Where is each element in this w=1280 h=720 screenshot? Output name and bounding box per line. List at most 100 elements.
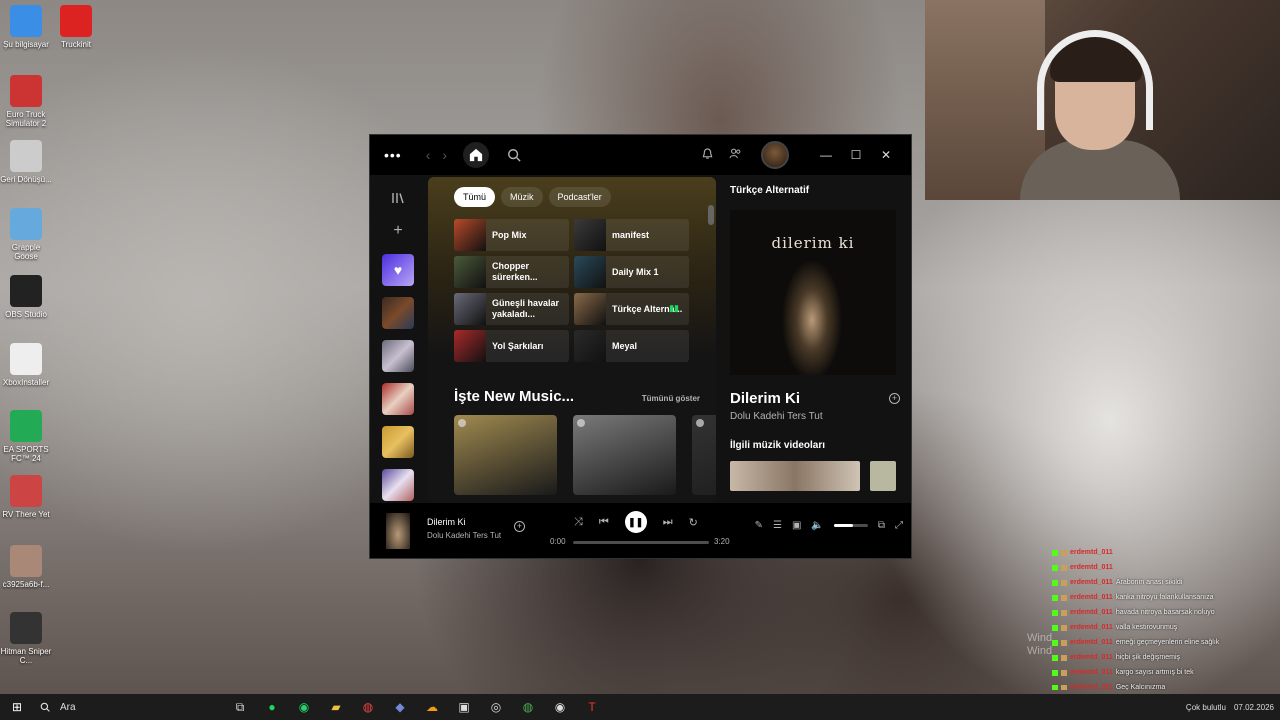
chat-username: erdemtd_011 xyxy=(1070,639,1113,646)
music-video-thumb[interactable] xyxy=(870,461,896,491)
library-item[interactable] xyxy=(382,383,414,415)
whatsapp-taskbar-icon[interactable]: ◉ xyxy=(288,700,320,714)
show-all-link[interactable]: Tümünü göster xyxy=(642,394,700,403)
playing-context-title[interactable]: Türkçe Alternatif xyxy=(730,185,900,196)
new-music-card[interactable] xyxy=(454,415,557,495)
volume-icon[interactable]: 🔈 xyxy=(811,520,823,531)
now-playing-artist[interactable]: Dolu Kadehi Ters Tut xyxy=(427,531,501,540)
desktop-icon[interactable]: Grapple Goose xyxy=(0,208,52,261)
bell-icon[interactable] xyxy=(693,147,721,163)
library-item[interactable] xyxy=(382,340,414,372)
shortcut-tile[interactable]: Türkçe Alterna... ▮▮ xyxy=(574,293,689,325)
desktop-icon[interactable]: Geri Dönüşü... xyxy=(0,140,52,184)
add-to-library-icon[interactable]: + xyxy=(514,521,525,532)
chip-podcasts[interactable]: Podcast'ler xyxy=(548,187,611,207)
kick-badge-icon xyxy=(1052,684,1058,690)
chrome-taskbar-icon[interactable]: ◍ xyxy=(512,700,544,714)
task-view-icon[interactable]: ⧉ xyxy=(224,700,256,715)
desktop-icon[interactable]: OBS Studio xyxy=(0,275,52,319)
desktop-icon[interactable]: c3925a6b-f... xyxy=(0,545,52,589)
desktop-icon[interactable]: Hitman Sniper C... xyxy=(0,612,52,665)
shortcut-art xyxy=(454,256,486,288)
chip-music[interactable]: Müzik xyxy=(501,187,543,207)
shortcut-tile[interactable]: Daily Mix 1 xyxy=(574,256,689,288)
shortcut-tile[interactable]: Güneşli havalar yakaladı... xyxy=(454,293,569,325)
desktop-icon[interactable]: Şu bilgisayar xyxy=(0,5,52,49)
cloud-taskbar-icon[interactable]: ☁ xyxy=(416,700,448,714)
friends-icon[interactable] xyxy=(721,148,749,162)
app-taskbar-icon[interactable]: ▣ xyxy=(448,700,480,714)
windows-start-icon[interactable]: ⊞ xyxy=(0,700,34,714)
shortcut-tile[interactable]: Chopper sürerken... xyxy=(454,256,569,288)
shortcut-art xyxy=(454,330,486,362)
now-playing-art[interactable] xyxy=(386,513,410,549)
next-icon[interactable]: ⏭ xyxy=(663,516,673,529)
desktop-icon[interactable]: Truckinit xyxy=(50,5,102,49)
desktop-icon-label: Hitman Sniper C... xyxy=(0,647,52,665)
library-icon[interactable] xyxy=(391,191,405,208)
shortcut-tile[interactable]: Meyal xyxy=(574,330,689,362)
current-time: 0:00 xyxy=(550,537,566,546)
shortcut-label: Güneşli havalar yakaladı... xyxy=(492,298,560,319)
taskbar-search[interactable]: Ara xyxy=(34,702,224,713)
truckinit-taskbar-icon[interactable]: T xyxy=(576,700,608,714)
close-icon[interactable]: ✕ xyxy=(871,148,901,162)
miniplayer-icon[interactable]: ⧉ xyxy=(878,520,885,531)
library-item[interactable] xyxy=(382,426,414,458)
back-icon[interactable]: ‹ xyxy=(426,147,431,163)
shuffle-icon[interactable]: ⤨ xyxy=(574,516,583,529)
panel-track-artist[interactable]: Dolu Kadehi Ters Tut xyxy=(730,411,900,422)
library-item[interactable] xyxy=(382,297,414,329)
search-button[interactable] xyxy=(501,142,527,168)
steam-taskbar-icon[interactable]: ◎ xyxy=(480,700,512,714)
shortcut-tile[interactable]: manifest xyxy=(574,219,689,251)
section-title[interactable]: İşte New Music... xyxy=(454,388,574,405)
progress-bar[interactable] xyxy=(573,541,709,544)
maximize-icon[interactable]: ☐ xyxy=(841,148,871,162)
devices-icon[interactable]: ▣ xyxy=(792,520,801,531)
chip-all[interactable]: Tümü xyxy=(454,187,496,207)
truckinit-icon xyxy=(60,5,92,37)
add-to-library-icon[interactable]: + xyxy=(889,393,900,404)
menu-icon[interactable]: ••• xyxy=(384,147,402,163)
shortcut-tile[interactable]: Pop Mix xyxy=(454,219,569,251)
panel-track-title[interactable]: Dilerim Ki xyxy=(730,390,800,407)
spotify-taskbar-icon[interactable]: ● xyxy=(256,700,288,714)
liked-songs-icon[interactable]: ♥ xyxy=(382,254,414,286)
previous-icon[interactable]: ⏮ xyxy=(599,516,609,529)
minimize-icon[interactable]: — xyxy=(811,148,841,162)
now-playing-title[interactable]: Dilerim Ki xyxy=(427,517,466,527)
chrome-taskbar-icon[interactable]: ◍ xyxy=(352,700,384,714)
home-button[interactable] xyxy=(463,142,490,168)
repeat-icon[interactable]: ↻ xyxy=(689,516,698,529)
volume-slider[interactable] xyxy=(833,524,868,527)
shortcut-grid: Pop Mix manifest Chopper sürerken... Daily … xyxy=(428,207,716,362)
desktop-icon[interactable]: RV There Yet xyxy=(0,475,52,519)
shortcut-tile[interactable]: Yol Şarkıları xyxy=(454,330,569,362)
obs-taskbar-icon[interactable]: ◉ xyxy=(544,700,576,714)
desktop-icon[interactable]: Euro Truck Simulator 2 xyxy=(0,75,52,128)
library-item[interactable] xyxy=(382,469,414,501)
weather-label[interactable]: Çok bulutlu xyxy=(1186,703,1226,712)
rv-icon xyxy=(10,475,42,507)
new-music-card[interactable] xyxy=(692,415,716,495)
discord-taskbar-icon[interactable]: ◆ xyxy=(384,700,416,714)
scrollbar[interactable] xyxy=(708,205,714,225)
lyrics-icon[interactable]: ✎ xyxy=(755,520,763,531)
new-music-card[interactable] xyxy=(573,415,676,495)
desktop-icon[interactable]: EA SPORTS FC™ 24 xyxy=(0,410,52,463)
queue-icon[interactable]: ☰ xyxy=(773,520,782,531)
pause-button[interactable]: ❚❚ xyxy=(624,511,647,533)
forward-icon[interactable]: › xyxy=(442,147,447,163)
file-explorer-taskbar-icon[interactable]: ▰ xyxy=(320,700,352,714)
avatar[interactable] xyxy=(761,141,789,169)
create-playlist-icon[interactable]: + xyxy=(393,222,402,240)
music-video-thumb[interactable] xyxy=(730,461,860,491)
fullscreen-icon[interactable]: ⤢ xyxy=(895,520,903,531)
chat-message: erdemtd_011 Geç Kalcınızma xyxy=(1052,680,1280,690)
desktop-icon[interactable]: XboxInstaller xyxy=(0,343,52,387)
sub-badge-icon xyxy=(1061,579,1067,586)
clock[interactable]: 07.02.2026 xyxy=(1234,703,1274,712)
xbox-icon xyxy=(10,343,42,375)
webcam-overlay xyxy=(925,0,1280,200)
